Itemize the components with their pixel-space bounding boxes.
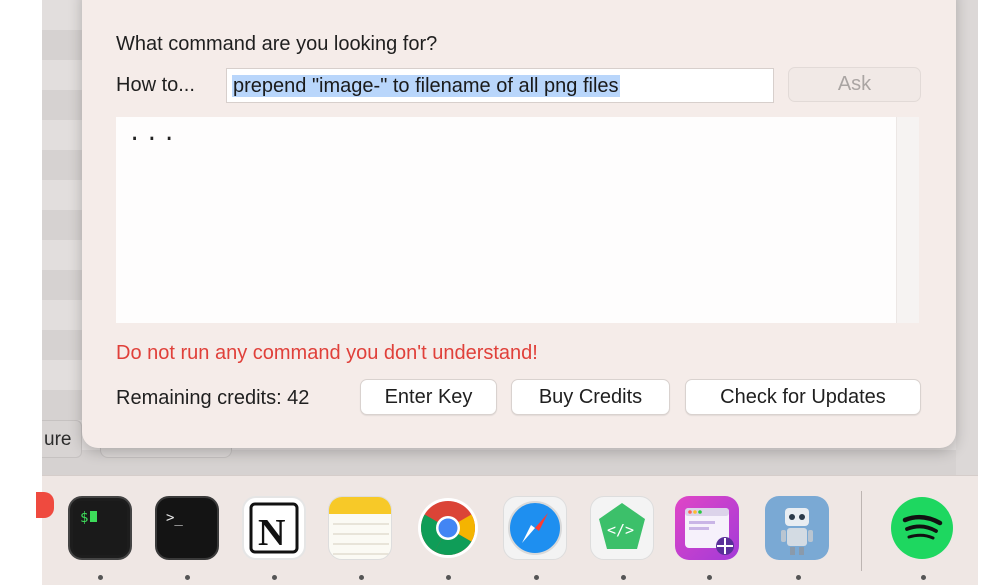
running-indicator <box>272 575 277 580</box>
running-indicator <box>185 575 190 580</box>
running-indicator <box>621 575 626 580</box>
output-area[interactable]: ... <box>116 117 919 323</box>
remaining-credits: Remaining credits: 42 <box>116 387 310 409</box>
running-indicator <box>534 575 539 580</box>
warning-text: Do not run any command you don't underst… <box>116 342 538 364</box>
terminal-icon[interactable]: >_ <box>155 496 219 560</box>
query-input[interactable]: prepend "image-" to filename of all png … <box>226 68 774 103</box>
check-for-updates-button[interactable]: Check for Updates <box>685 379 921 415</box>
running-indicator <box>359 575 364 580</box>
running-indicator <box>98 575 103 580</box>
terminal-icon[interactable]: $ <box>68 496 132 560</box>
background-tab-label: ure <box>44 429 72 450</box>
chrome-icon[interactable] <box>416 496 480 560</box>
running-indicator <box>707 575 712 580</box>
notion-icon[interactable]: N <box>242 496 306 560</box>
svg-text:</>: </> <box>607 521 634 539</box>
notes-icon[interactable] <box>328 496 392 560</box>
safari-icon[interactable] <box>503 496 567 560</box>
prompt-label: What command are you looking for? <box>116 33 438 55</box>
command-search-dialog: What command are you looking for? How to… <box>82 0 956 448</box>
howto-label: How to... <box>116 74 195 96</box>
query-text-selected: prepend "image-" to filename of all png … <box>232 75 620 97</box>
spotify-icon[interactable] <box>890 496 954 560</box>
svg-text:>_: >_ <box>166 510 183 526</box>
running-indicator <box>921 575 926 580</box>
ask-button[interactable]: Ask <box>788 67 921 102</box>
output-scrollbar[interactable] <box>896 117 919 323</box>
notification-badge <box>36 492 54 518</box>
running-indicator <box>446 575 451 580</box>
output-text: ... <box>128 121 180 146</box>
svg-text:$: $ <box>80 510 88 526</box>
enter-key-button[interactable]: Enter Key <box>360 379 497 415</box>
dock-separator <box>861 491 862 571</box>
buy-credits-button[interactable]: Buy Credits <box>511 379 670 415</box>
svg-text:N: N <box>258 512 285 554</box>
running-indicator <box>796 575 801 580</box>
background-window-edge <box>956 0 978 475</box>
code-icon[interactable]: </> <box>590 496 654 560</box>
screenshot-app-icon[interactable] <box>675 496 739 560</box>
robot-icon[interactable] <box>765 496 829 560</box>
